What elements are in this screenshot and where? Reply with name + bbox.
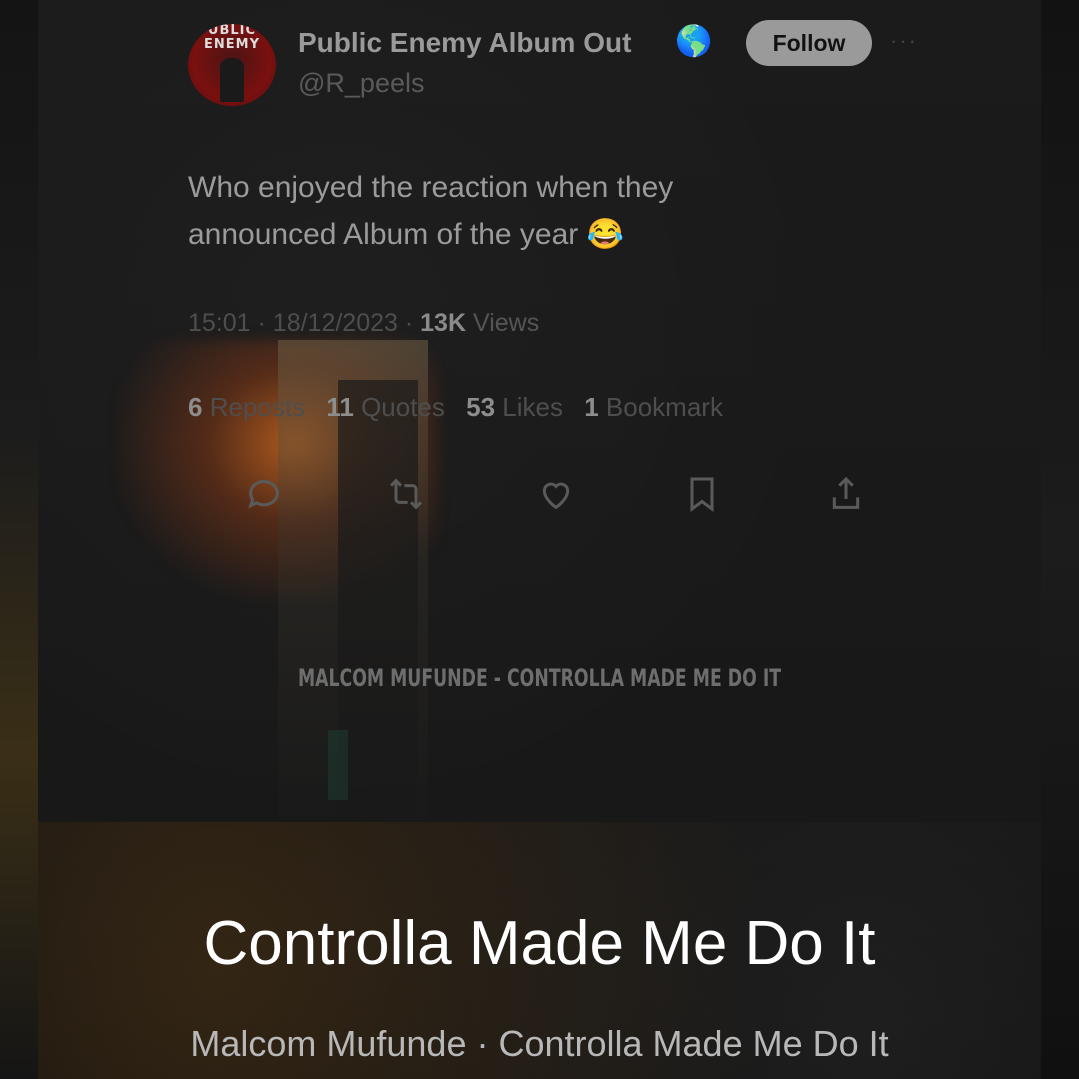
track-artist-album: Malcom Mufunde · Controlla Made Me Do It (190, 1023, 889, 1064)
globe-emoji-icon: 🌎 (675, 25, 713, 58)
views-label: Views (472, 309, 540, 337)
track-title: Controlla Made Me Do It (203, 909, 876, 978)
follow-button: Follow (746, 20, 872, 66)
likes-label: Likes (502, 392, 563, 422)
door-shadow-shape (338, 380, 418, 820)
tweet-text-line-2: announced Album of the year 😂 (188, 218, 624, 251)
separator-dot: · (257, 309, 273, 337)
tweet-timestamp: 15:01 · 18/12/2023 · 13K Views (188, 309, 539, 338)
avatar-logo-text: UBLIC ENEMY (204, 24, 260, 52)
like-icon (532, 470, 580, 518)
quotes-count: 11 (326, 392, 354, 422)
reply-icon (240, 470, 288, 518)
engagement-stats: 6 Reposts 11 Quotes 53 Likes 1 Bookmark (188, 392, 723, 423)
views-count: 13K (420, 309, 467, 337)
likes-count: 53 (466, 392, 496, 422)
door-stripe-shape (328, 730, 348, 800)
more-options-icon: ··· (890, 28, 918, 53)
bookmarks-label: Bookmark (605, 392, 723, 422)
bookmark-icon (678, 470, 726, 518)
tweet-date: 18/12/2023 (272, 309, 398, 337)
display-name: Public Enemy Album Out (298, 27, 632, 58)
album-artwork: UBLIC ENEMY Public Enemy Album Out 🌎 @R_… (38, 0, 1041, 822)
user-handle: @R_peels (298, 68, 425, 98)
reposts-count: 6 (188, 392, 203, 422)
bookmarks-count: 1 (584, 392, 599, 422)
separator-dot: · (404, 309, 421, 337)
tweet-text-line-1: Who enjoyed the reaction when they (188, 171, 674, 204)
share-icon (822, 470, 870, 518)
quotes-label: Quotes (361, 392, 445, 422)
tweet-time: 15:01 (188, 309, 251, 337)
artwork-watermark: MALCOM MUFUNDE - CONTROLLA MADE ME DO IT (297, 664, 782, 692)
tweet-action-bar (240, 470, 880, 520)
avatar-figure (220, 58, 244, 102)
repost-icon (382, 470, 430, 518)
tweet-text: Who enjoyed the reaction when they annou… (188, 164, 828, 258)
avatar: UBLIC ENEMY (188, 24, 276, 106)
reposts-label: Reposts (209, 392, 306, 422)
